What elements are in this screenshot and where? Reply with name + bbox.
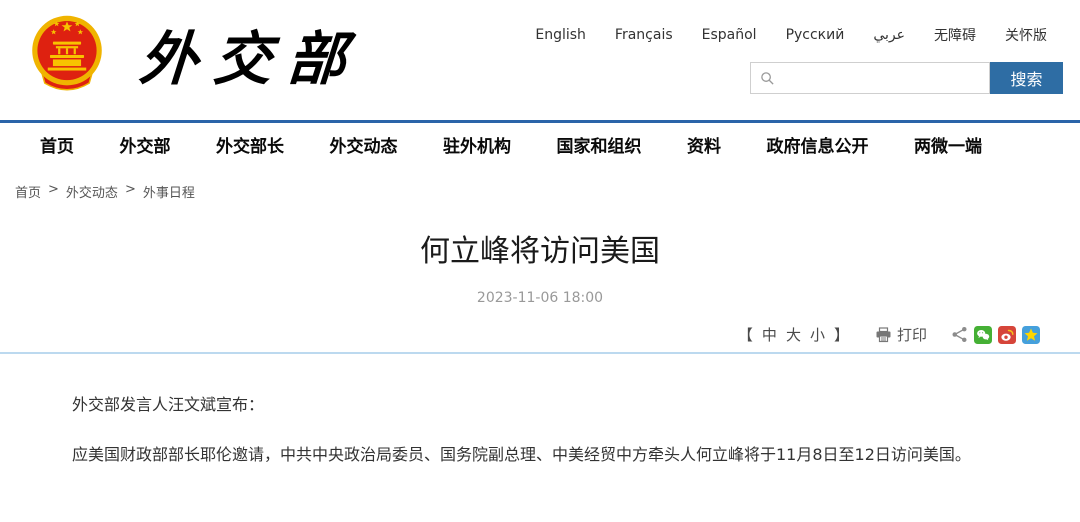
article-toolbar: 【 中 大 小 】 打印 — [738, 324, 1040, 345]
link-care-version[interactable]: 关怀版 — [1005, 25, 1047, 45]
publish-datetime: 2023-11-06 18:00 — [476, 290, 604, 306]
lang-spanish[interactable]: Español — [702, 27, 757, 43]
main-nav: 首页 外交部 外交部长 外交动态 驻外机构 国家和组织 资料 政府信息公开 两微… — [0, 123, 1080, 165]
mfa-calligraphy-title: 外交部 — [137, 25, 365, 93]
wechat-share-icon[interactable] — [974, 325, 992, 344]
lang-russian[interactable]: Русский — [786, 27, 845, 43]
font-medium-button[interactable]: 中 — [762, 324, 777, 345]
font-large-button[interactable]: 大 — [786, 324, 801, 345]
article-paragraph: 外交部发言人汪文斌宣布： — [72, 395, 265, 414]
content-divider-line — [0, 352, 1080, 354]
nav-item-home[interactable]: 首页 — [40, 132, 74, 157]
weibo-share-icon[interactable] — [998, 325, 1016, 344]
search-box — [750, 62, 990, 94]
font-size-bracket-open: 【 — [737, 326, 753, 344]
lang-french[interactable]: Français — [615, 27, 673, 43]
nav-item-resources[interactable]: 资料 — [687, 132, 721, 157]
printer-icon — [876, 326, 891, 342]
mfa-page: 外交部 English Français Español Русский عرب… — [0, 0, 1080, 522]
breadcrumb-home[interactable]: 首页 — [15, 182, 41, 201]
share-icon[interactable] — [951, 326, 968, 343]
lang-english[interactable]: English — [535, 27, 586, 43]
nav-item-missions-abroad[interactable]: 驻外机构 — [443, 132, 511, 157]
share-buttons — [951, 325, 1040, 344]
print-button[interactable]: 打印 — [875, 324, 927, 345]
breadcrumb-separator: > — [48, 182, 59, 197]
page-title: 何立峰将访问美国 — [420, 234, 660, 269]
search-icon — [761, 71, 774, 85]
breadcrumb-diplomatic-activities[interactable]: 外交动态 — [66, 182, 118, 201]
breadcrumb-foreign-affairs-schedule[interactable]: 外事日程 — [143, 182, 195, 201]
lang-arabic[interactable]: عربي — [873, 27, 905, 43]
language-links: English Français Español Русский عربي 无障… — [535, 25, 1047, 45]
nav-item-wechat-weibo-app[interactable]: 两微一端 — [914, 132, 982, 157]
qzone-share-icon[interactable] — [1022, 325, 1040, 344]
font-small-button[interactable]: 小 — [810, 324, 825, 345]
breadcrumb-separator: > — [124, 182, 136, 197]
nav-item-foreign-minister[interactable]: 外交部长 — [216, 132, 284, 157]
nav-item-countries-organizations[interactable]: 国家和组织 — [557, 132, 642, 157]
search-bar: 搜索 — [750, 62, 1063, 94]
nav-item-gov-info-disclosure[interactable]: 政府信息公开 — [767, 132, 869, 157]
font-size-controls: 【 中 大 小 】 — [738, 324, 849, 345]
breadcrumb: 首页 > 外交动态 > 外事日程 — [15, 182, 195, 201]
article-paragraph: 应美国财政部部长耶伦邀请，中共中央政治局委员、国务院副总理、中美经贸中方牵头人何… — [72, 445, 971, 464]
link-accessibility-version[interactable]: 无障碍 — [934, 25, 976, 45]
nav-item-diplomatic-activities[interactable]: 外交动态 — [330, 132, 398, 157]
nav-item-mfa[interactable]: 外交部 — [120, 132, 171, 157]
search-button[interactable]: 搜索 — [990, 62, 1063, 94]
print-label: 打印 — [896, 326, 927, 344]
font-size-bracket-close: 】 — [833, 326, 849, 344]
search-input[interactable] — [775, 64, 989, 92]
national-emblem-logo — [32, 15, 102, 91]
